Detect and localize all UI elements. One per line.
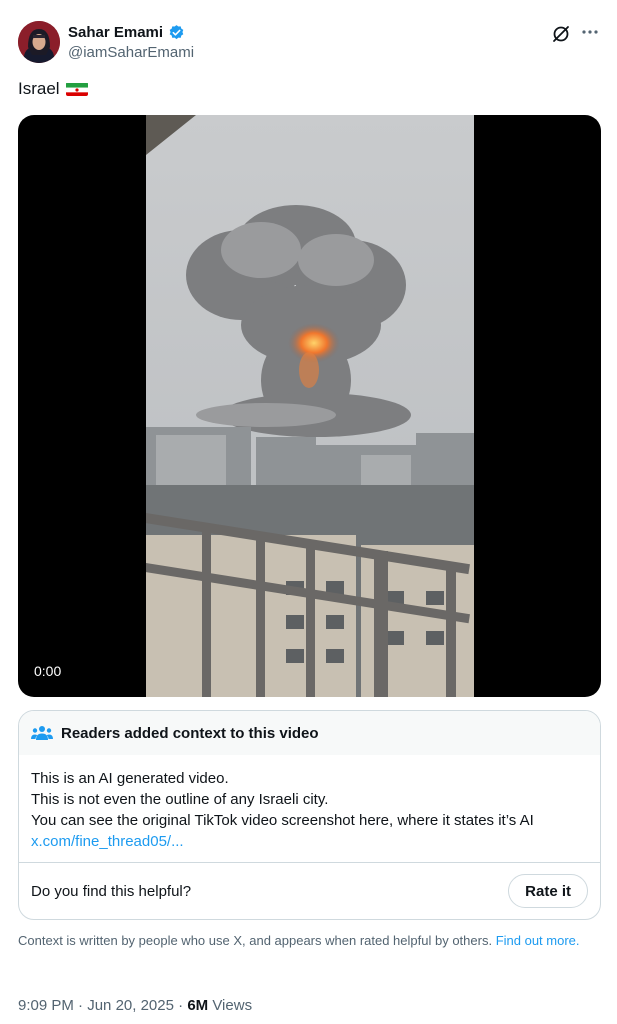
community-note-body: This is an AI generated video. This is n… (19, 755, 600, 863)
video-player[interactable]: 0:00 (18, 115, 601, 697)
community-note-disclaimer: Context is written by people who use X, … (18, 932, 588, 949)
more-options-icon[interactable] (581, 22, 599, 42)
community-note-footer: Do you find this helpful? Rate it (19, 863, 600, 919)
video-frame[interactable] (146, 115, 474, 697)
note-line: This is not even the outline of any Isra… (31, 791, 329, 808)
tweet-header: Sahar Emami @iamSaharEmami (18, 20, 599, 64)
disclaimer-text: Context is written by people who use X, … (18, 933, 493, 948)
meta-separator: · (78, 997, 84, 1014)
views-label: Views (212, 997, 253, 1014)
verified-badge-icon (168, 24, 185, 41)
meta-separator: · (178, 997, 184, 1014)
tweet-page: Sahar Emami @iamSaharEmami Israel 0:00 R… (0, 0, 617, 1024)
rate-it-button[interactable]: Rate it (508, 874, 588, 908)
tweet-time[interactable]: 9:09 PM (18, 997, 74, 1014)
note-line: This is an AI generated video. (31, 770, 229, 787)
tweet-date[interactable]: Jun 20, 2025 (87, 997, 174, 1014)
user-handle[interactable]: @iamSaharEmami (68, 44, 194, 61)
community-note-header: Readers added context to this video (19, 711, 600, 755)
avatar[interactable] (18, 21, 60, 63)
tweet-text: Israel (18, 79, 88, 99)
note-source-link[interactable]: x.com/fine_thread05/... (31, 831, 588, 852)
name-row: Sahar Emami (68, 24, 185, 41)
helpful-question: Do you find this helpful? (31, 882, 192, 900)
views-count: 6M (187, 997, 209, 1014)
video-timestamp: 0:00 (34, 663, 62, 679)
tweet-body: Israel (18, 79, 60, 98)
display-name[interactable]: Sahar Emami (68, 24, 163, 41)
note-line: You can see the original TikTok video sc… (31, 812, 534, 829)
tweet-metadata: 9:09 PM · Jun 20, 2025 · 6M Views (18, 997, 252, 1014)
people-icon (31, 725, 53, 741)
grok-icon[interactable] (551, 24, 571, 44)
community-note: Readers added context to this video This… (18, 710, 601, 920)
community-note-title: Readers added context to this video (61, 724, 319, 742)
iran-flag-icon (65, 82, 88, 96)
find-out-more-link[interactable]: Find out more. (496, 933, 580, 948)
